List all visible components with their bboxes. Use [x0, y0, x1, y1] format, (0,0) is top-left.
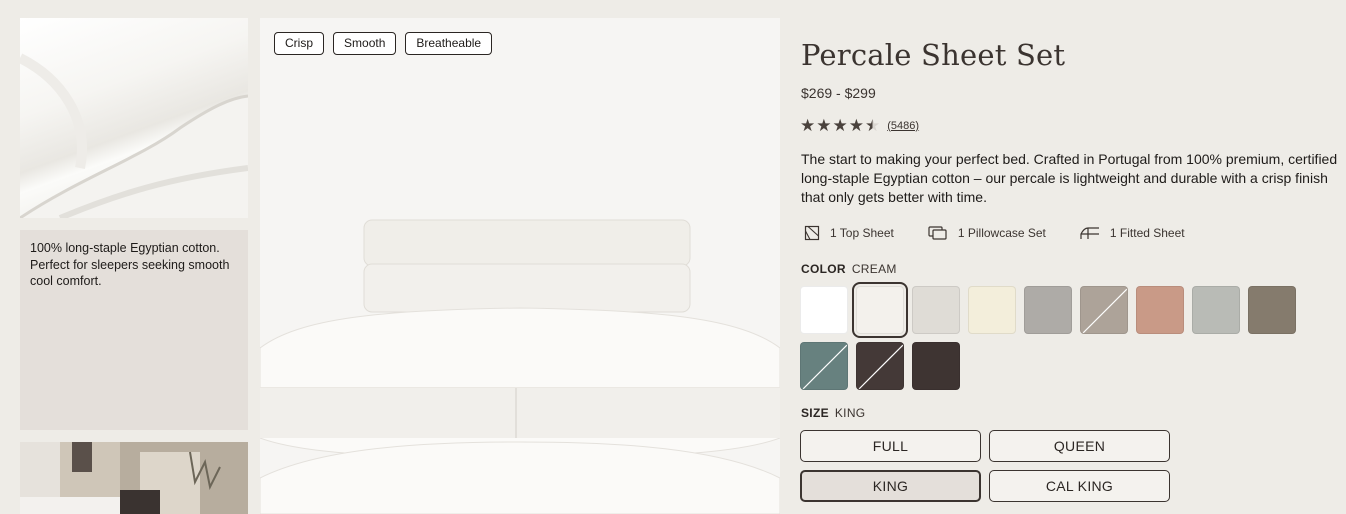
unavailable-slash-icon [1082, 288, 1127, 333]
star-full-icon: ★ [848, 116, 864, 135]
feature-note-card: 100% long-staple Egyptian cotton. Perfec… [20, 230, 248, 430]
product-price: $269 - $299 [801, 85, 876, 101]
unavailable-slash-icon [802, 344, 847, 389]
color-swatch[interactable] [856, 342, 904, 390]
fitted-sheet-icon [1080, 227, 1099, 239]
tag-crisp: Crisp [274, 32, 325, 55]
rating-stars: ★ ★ ★ ★ ★ [800, 117, 880, 134]
include-top-sheet-label: 1 Top Sheet [830, 226, 894, 240]
star-full-icon: ★ [800, 116, 816, 135]
thumbnail-fabric-closeup[interactable] [20, 18, 248, 218]
color-swatch[interactable] [800, 342, 848, 390]
set-includes: 1 Top Sheet 1 Pillowcase Set 1 Fitted Sh… [804, 225, 1219, 241]
color-swatch[interactable] [1024, 286, 1072, 334]
star-full-icon: ★ [832, 116, 848, 135]
color-selected-name: CREAM [851, 262, 897, 276]
product-description: The start to making your perfect bed. Cr… [801, 151, 1338, 205]
size-label-title: SIZE [801, 406, 829, 420]
top-sheet-icon [804, 225, 820, 241]
include-pillowcase-set: 1 Pillowcase Set [928, 225, 1046, 241]
color-swatch[interactable] [1136, 286, 1184, 334]
include-fitted-sheet: 1 Fitted Sheet [1080, 225, 1185, 241]
product-rating[interactable]: ★ ★ ★ ★ ★ (5486) [800, 117, 919, 134]
thumbnail-bedroom-scene[interactable] [20, 442, 248, 514]
color-swatch[interactable] [852, 282, 908, 338]
include-fitted-sheet-label: 1 Fitted Sheet [1109, 226, 1185, 240]
color-label-title: COLOR [801, 262, 846, 276]
star-full-icon: ★ [816, 116, 832, 135]
color-swatch[interactable] [1080, 286, 1128, 334]
unavailable-slash-icon [858, 344, 903, 389]
include-top-sheet: 1 Top Sheet [804, 225, 894, 241]
color-swatch[interactable] [912, 342, 960, 390]
main-product-image[interactable]: Crisp Smooth Breatheable [260, 18, 780, 514]
feature-note-text: 100% long-staple Egyptian cotton. Perfec… [30, 241, 230, 288]
size-label: SIZE KING [801, 406, 865, 420]
size-option-cal-king[interactable]: CAL KING [989, 470, 1170, 502]
tag-breatheable: Breatheable [405, 32, 493, 55]
color-swatch[interactable] [800, 286, 848, 334]
size-option-king[interactable]: KING [800, 470, 981, 502]
color-swatch[interactable] [1248, 286, 1296, 334]
color-swatch[interactable] [1192, 286, 1240, 334]
size-option-queen[interactable]: QUEEN [989, 430, 1170, 462]
tag-smooth: Smooth [333, 32, 397, 55]
size-selected-name: KING [834, 406, 866, 420]
color-label: COLOR CREAM [801, 262, 897, 276]
size-option-full[interactable]: FULL [800, 430, 981, 462]
feature-tags: Crisp Smooth Breatheable [274, 32, 493, 55]
folded-sheets-illustration [260, 219, 780, 514]
review-count-link[interactable]: (5486) [887, 120, 919, 132]
color-swatch[interactable] [912, 286, 960, 334]
star-half-icon: ★ [865, 116, 881, 135]
include-pillowcase-label: 1 Pillowcase Set [957, 226, 1046, 240]
color-swatch[interactable] [968, 286, 1016, 334]
pillowcase-icon [928, 226, 947, 240]
product-title: Percale Sheet Set [801, 38, 1066, 72]
